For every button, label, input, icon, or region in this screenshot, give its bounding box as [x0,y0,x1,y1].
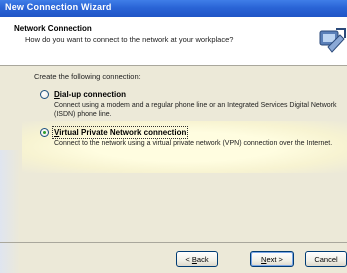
dialup-description: Connect using a modem and a regular phon… [54,102,337,118]
header-title: Network Connection [14,24,92,33]
vpn-label-text: irtual Private Network connection [59,128,187,137]
dialup-label[interactable]: Dial-up connection [54,90,126,99]
dialup-label-text: ial-up connection [59,90,127,99]
next-button[interactable]: Next > [250,251,294,267]
header-subtitle: How do you want to connect to the networ… [25,35,234,44]
back-button-text: ack [196,255,209,264]
vpn-description: Connect to the network using a virtual p… [54,140,333,147]
reflection-overlay [0,150,20,273]
cancel-button[interactable]: Cancel [305,251,347,267]
back-button[interactable]: < Back [176,251,218,267]
wizard-dialog: New Connection Wizard Network Connection… [0,0,347,273]
vpn-label[interactable]: Virtual Private Network connection [51,126,189,139]
wizard-content: Create the following connection: Dial-up… [0,66,347,242]
vpn-radio[interactable] [40,128,49,137]
next-button-text: ext > [266,255,283,264]
title-bar[interactable]: New Connection Wizard [0,0,347,17]
wizard-header: Network Connection How do you want to co… [0,17,347,66]
window-title: New Connection Wizard [5,2,112,12]
instruction-text: Create the following connection: [34,72,141,81]
footer-divider [0,242,347,243]
network-wizard-icon [319,28,346,53]
dialup-radio[interactable] [40,90,49,99]
